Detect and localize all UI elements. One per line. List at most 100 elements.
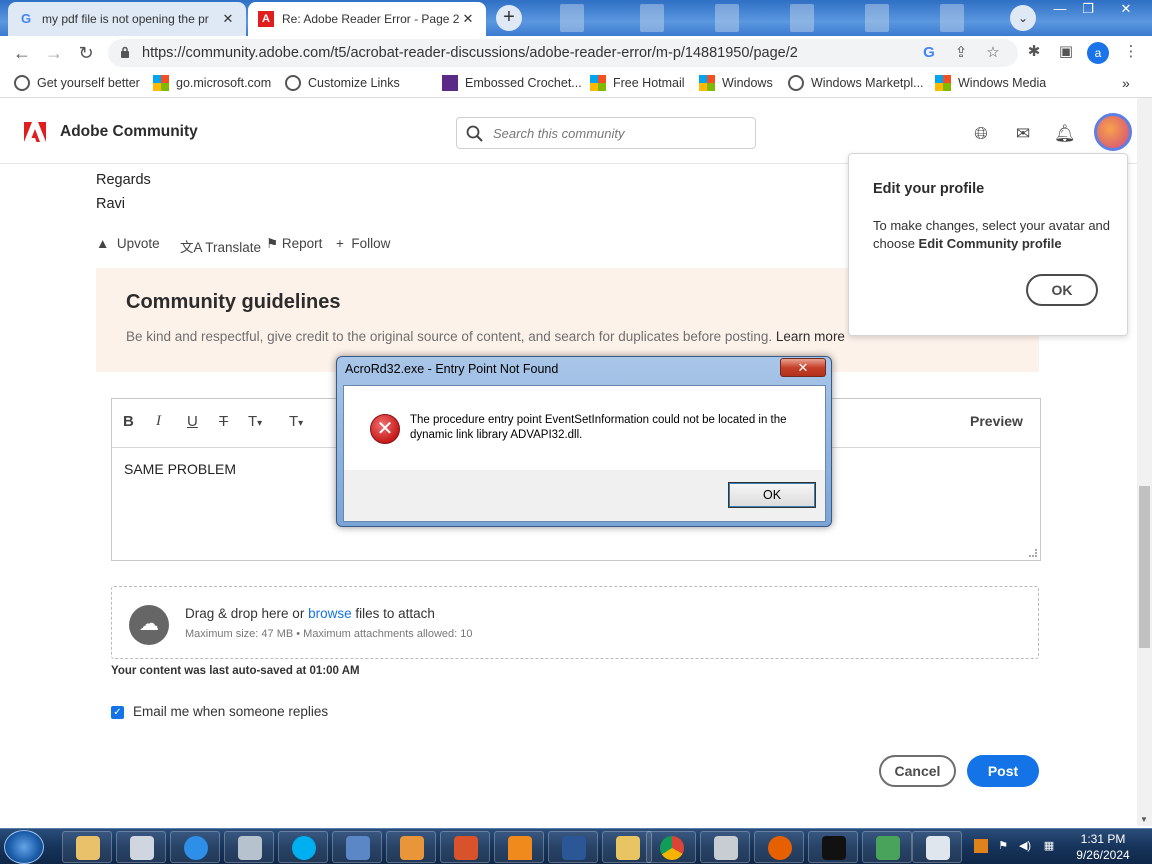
email-replies-checkbox[interactable]: ✓ bbox=[111, 706, 124, 719]
bookmark-label: Customize Links bbox=[308, 76, 400, 90]
taskbar-window[interactable] bbox=[912, 831, 962, 863]
address-bar[interactable]: https://community.adobe.com/t5/acrobat-r… bbox=[108, 39, 1018, 67]
url-text[interactable]: https://community.adobe.com/t5/acrobat-r… bbox=[142, 39, 798, 67]
taskbar-keyboard[interactable] bbox=[700, 831, 750, 863]
scrollbar-thumb[interactable] bbox=[1139, 486, 1150, 648]
format-dropdown[interactable]: T▾ bbox=[289, 413, 303, 430]
bookmark-item[interactable]: Free Hotmail bbox=[590, 75, 685, 91]
bookmark-item[interactable]: Windows Media bbox=[935, 75, 1046, 91]
tab-close-icon[interactable]: ✕ bbox=[460, 11, 476, 27]
bold-button[interactable]: B bbox=[123, 413, 134, 430]
translate-icon: 文A bbox=[180, 240, 202, 255]
upload-cloud-icon[interactable]: ☁ bbox=[129, 605, 169, 645]
globe-icon[interactable]: 🌐︎ bbox=[971, 124, 991, 144]
italic-button[interactable]: I bbox=[156, 413, 161, 430]
taskbar-app[interactable] bbox=[440, 831, 490, 863]
lock-icon[interactable] bbox=[120, 46, 130, 58]
system-clock[interactable]: 1:31 PM 9/26/2024 bbox=[1070, 831, 1136, 863]
taskbar-chrome[interactable] bbox=[646, 831, 696, 863]
taskbar-explorer[interactable] bbox=[62, 831, 112, 863]
bookmark-item[interactable]: Customize Links bbox=[285, 75, 400, 91]
translate-button[interactable]: 文A Translate bbox=[180, 236, 261, 256]
dialog-title: AcroRd32.exe - Entry Point Not Found bbox=[345, 362, 559, 376]
menu-kebab-icon[interactable]: ⋮ bbox=[1120, 41, 1142, 63]
search-input[interactable]: Search this community bbox=[456, 117, 756, 149]
keyboard-icon bbox=[714, 836, 738, 860]
taskbar-mail[interactable] bbox=[602, 831, 652, 863]
share-icon[interactable]: ⇪ bbox=[950, 42, 972, 64]
taskbar-vlc[interactable] bbox=[494, 831, 544, 863]
font-size-label: T bbox=[248, 413, 258, 430]
extensions-icon[interactable]: ✱ bbox=[1023, 41, 1045, 63]
action-center-flag-icon[interactable]: ⚑ bbox=[996, 839, 1010, 853]
flag-icon: ⚑ bbox=[266, 236, 279, 251]
page-scrollbar[interactable]: ▼ bbox=[1137, 98, 1152, 826]
font-size-dropdown[interactable]: T▾ bbox=[248, 413, 262, 430]
bookmark-item[interactable]: Windows bbox=[699, 75, 773, 91]
bookmark-item[interactable]: go.microsoft.com bbox=[153, 75, 271, 91]
google-lens-icon[interactable]: G bbox=[918, 42, 940, 64]
window-icon bbox=[926, 836, 950, 860]
tab-close-icon[interactable]: ✕ bbox=[220, 11, 236, 27]
tab-pdf-not-opening[interactable]: G my pdf file is not opening the pr ✕ bbox=[8, 2, 246, 36]
dialog-ok-button[interactable]: OK bbox=[728, 482, 816, 508]
bookmark-item[interactable]: Windows Marketpl... bbox=[788, 75, 924, 91]
popover-ok-button[interactable]: OK bbox=[1026, 274, 1098, 306]
taskbar-skype[interactable] bbox=[278, 831, 328, 863]
upvote-button[interactable]: ▲ Upvote bbox=[96, 236, 160, 251]
microsoft-icon bbox=[153, 75, 169, 91]
taskbar-firefox[interactable] bbox=[754, 831, 804, 863]
dialog-close-button[interactable]: ✕ bbox=[780, 358, 826, 377]
forward-icon[interactable]: → bbox=[42, 41, 66, 65]
taskbar-media[interactable] bbox=[386, 831, 436, 863]
browse-link[interactable]: browse bbox=[308, 606, 352, 621]
bookmark-item[interactable]: Get yourself better bbox=[14, 75, 140, 91]
search-placeholder: Search this community bbox=[493, 126, 625, 141]
taskbar-calculator[interactable] bbox=[224, 831, 274, 863]
adobe-logo-icon[interactable] bbox=[24, 122, 46, 142]
tray-app-icon[interactable] bbox=[974, 839, 988, 853]
taskbar-word[interactable] bbox=[548, 831, 598, 863]
user-avatar[interactable] bbox=[1094, 113, 1132, 151]
learn-more-link[interactable]: Learn more bbox=[776, 329, 845, 344]
mail-icon[interactable]: ✉ bbox=[1013, 124, 1033, 144]
post-button[interactable]: Post bbox=[967, 755, 1039, 787]
reload-icon[interactable]: ↻ bbox=[74, 41, 98, 65]
back-icon[interactable]: ← bbox=[10, 41, 34, 65]
report-button[interactable]: ⚑ Report bbox=[266, 236, 322, 252]
side-panel-icon[interactable]: ▣ bbox=[1055, 41, 1077, 63]
new-tab-button[interactable]: + bbox=[496, 5, 522, 31]
strikethrough-button[interactable]: T bbox=[219, 413, 228, 430]
close-window-button[interactable]: ✕ bbox=[1110, 0, 1142, 18]
follow-button[interactable]: + Follow bbox=[336, 236, 390, 251]
bookmark-item[interactable]: Embossed Crochet... bbox=[442, 75, 582, 91]
taskbar-ie[interactable] bbox=[170, 831, 220, 863]
taskbar-scanner[interactable] bbox=[332, 831, 382, 863]
folder-icon bbox=[76, 836, 100, 860]
minimize-button[interactable]: — bbox=[1046, 0, 1074, 18]
tab-adobe-reader-error[interactable]: A Re: Adobe Reader Error - Page 2 ✕ bbox=[248, 2, 486, 36]
taskbar-drive[interactable] bbox=[116, 831, 166, 863]
taskbar-tools[interactable] bbox=[862, 831, 912, 863]
underline-button[interactable]: U bbox=[187, 413, 198, 430]
taskbar-reader-app[interactable] bbox=[808, 831, 858, 863]
start-button[interactable] bbox=[4, 830, 44, 864]
brand-title[interactable]: Adobe Community bbox=[60, 123, 198, 141]
microsoft-icon bbox=[935, 75, 951, 91]
volume-icon[interactable]: ◀) bbox=[1018, 839, 1032, 853]
scroll-down-icon[interactable]: ▼ bbox=[1140, 815, 1148, 824]
bookmarks-overflow-button[interactable]: » bbox=[1122, 75, 1130, 91]
bookmark-star-icon[interactable]: ☆ bbox=[982, 42, 1004, 64]
email-replies-label[interactable]: Email me when someone replies bbox=[133, 704, 328, 719]
resize-handle-icon[interactable] bbox=[1029, 549, 1037, 557]
preview-button[interactable]: Preview bbox=[970, 413, 1023, 429]
restore-button[interactable]: ❐ bbox=[1074, 0, 1102, 18]
wallpaper-deco bbox=[560, 4, 584, 32]
cancel-button[interactable]: Cancel bbox=[879, 755, 956, 787]
editor-content[interactable]: SAME PROBLEM bbox=[124, 461, 236, 477]
network-icon[interactable]: ▦ bbox=[1042, 839, 1056, 853]
notification-bell-icon[interactable]: 🔔︎ bbox=[1054, 124, 1076, 144]
profile-avatar-icon[interactable]: a bbox=[1087, 42, 1109, 64]
attachment-dropzone[interactable]: ☁ Drag & drop here or browse files to at… bbox=[111, 586, 1039, 659]
tab-search-button[interactable]: ⌄ bbox=[1010, 5, 1036, 31]
